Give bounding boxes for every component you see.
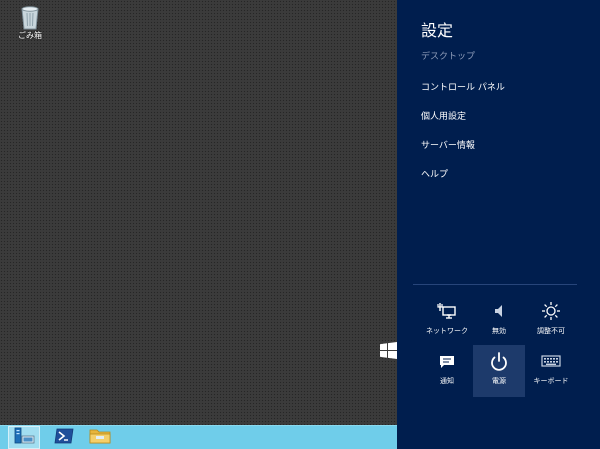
file-explorer-icon	[89, 427, 111, 448]
link-server-info[interactable]: サーバー情報	[421, 138, 475, 151]
screen: ごみ箱 設定 デスクトップ コントロール パネル 個人用設定 サーバー情報 ヘル…	[0, 0, 600, 449]
tile-keyboard-label: キーボード	[533, 377, 569, 385]
desktop[interactable]: ごみ箱	[0, 0, 397, 425]
tile-network-label: ネットワーク	[426, 327, 468, 335]
recycle-bin-label: ごみ箱	[18, 31, 42, 40]
charm-subtitle: デスクトップ	[421, 52, 476, 62]
link-help[interactable]: ヘルプ	[421, 167, 448, 180]
charm-title: 設定	[421, 21, 454, 40]
tile-power-label: 電源	[492, 377, 506, 385]
taskbar	[0, 425, 397, 449]
tile-brightness-label: 調整不可	[537, 327, 565, 335]
taskbar-server-manager[interactable]	[8, 426, 40, 449]
link-personalization[interactable]: 個人用設定	[421, 109, 466, 122]
tile-power[interactable]: 電源	[473, 345, 525, 397]
link-control-panel[interactable]: コントロール パネル	[421, 80, 505, 93]
settings-charm-panel: 設定 デスクトップ コントロール パネル 個人用設定 サーバー情報 ヘルプ ネッ…	[397, 0, 600, 449]
tile-keyboard[interactable]: キーボード	[525, 345, 577, 397]
recycle-bin[interactable]: ごみ箱	[12, 4, 48, 41]
tile-volume-label: 無効	[492, 327, 506, 335]
tile-notifications[interactable]: 通知	[421, 345, 473, 397]
tile-notifications-label: 通知	[440, 377, 454, 385]
tile-brightness[interactable]: 調整不可	[525, 295, 577, 347]
keyboard-icon	[525, 351, 577, 373]
brightness-icon	[525, 301, 577, 323]
tile-network[interactable]: ネットワーク	[421, 295, 473, 347]
network-icon	[421, 301, 473, 323]
recycle-bin-icon	[12, 4, 48, 30]
windows-logo-icon[interactable]	[380, 342, 397, 363]
power-icon	[473, 351, 525, 373]
taskbar-file-explorer[interactable]	[84, 426, 116, 449]
speaker-icon	[473, 301, 525, 323]
tile-volume[interactable]: 無効	[473, 295, 525, 347]
server-manager-icon	[13, 427, 35, 449]
charm-divider	[413, 284, 577, 285]
powershell-icon	[54, 428, 74, 448]
notification-icon	[421, 351, 473, 373]
taskbar-powershell[interactable]	[48, 426, 80, 449]
